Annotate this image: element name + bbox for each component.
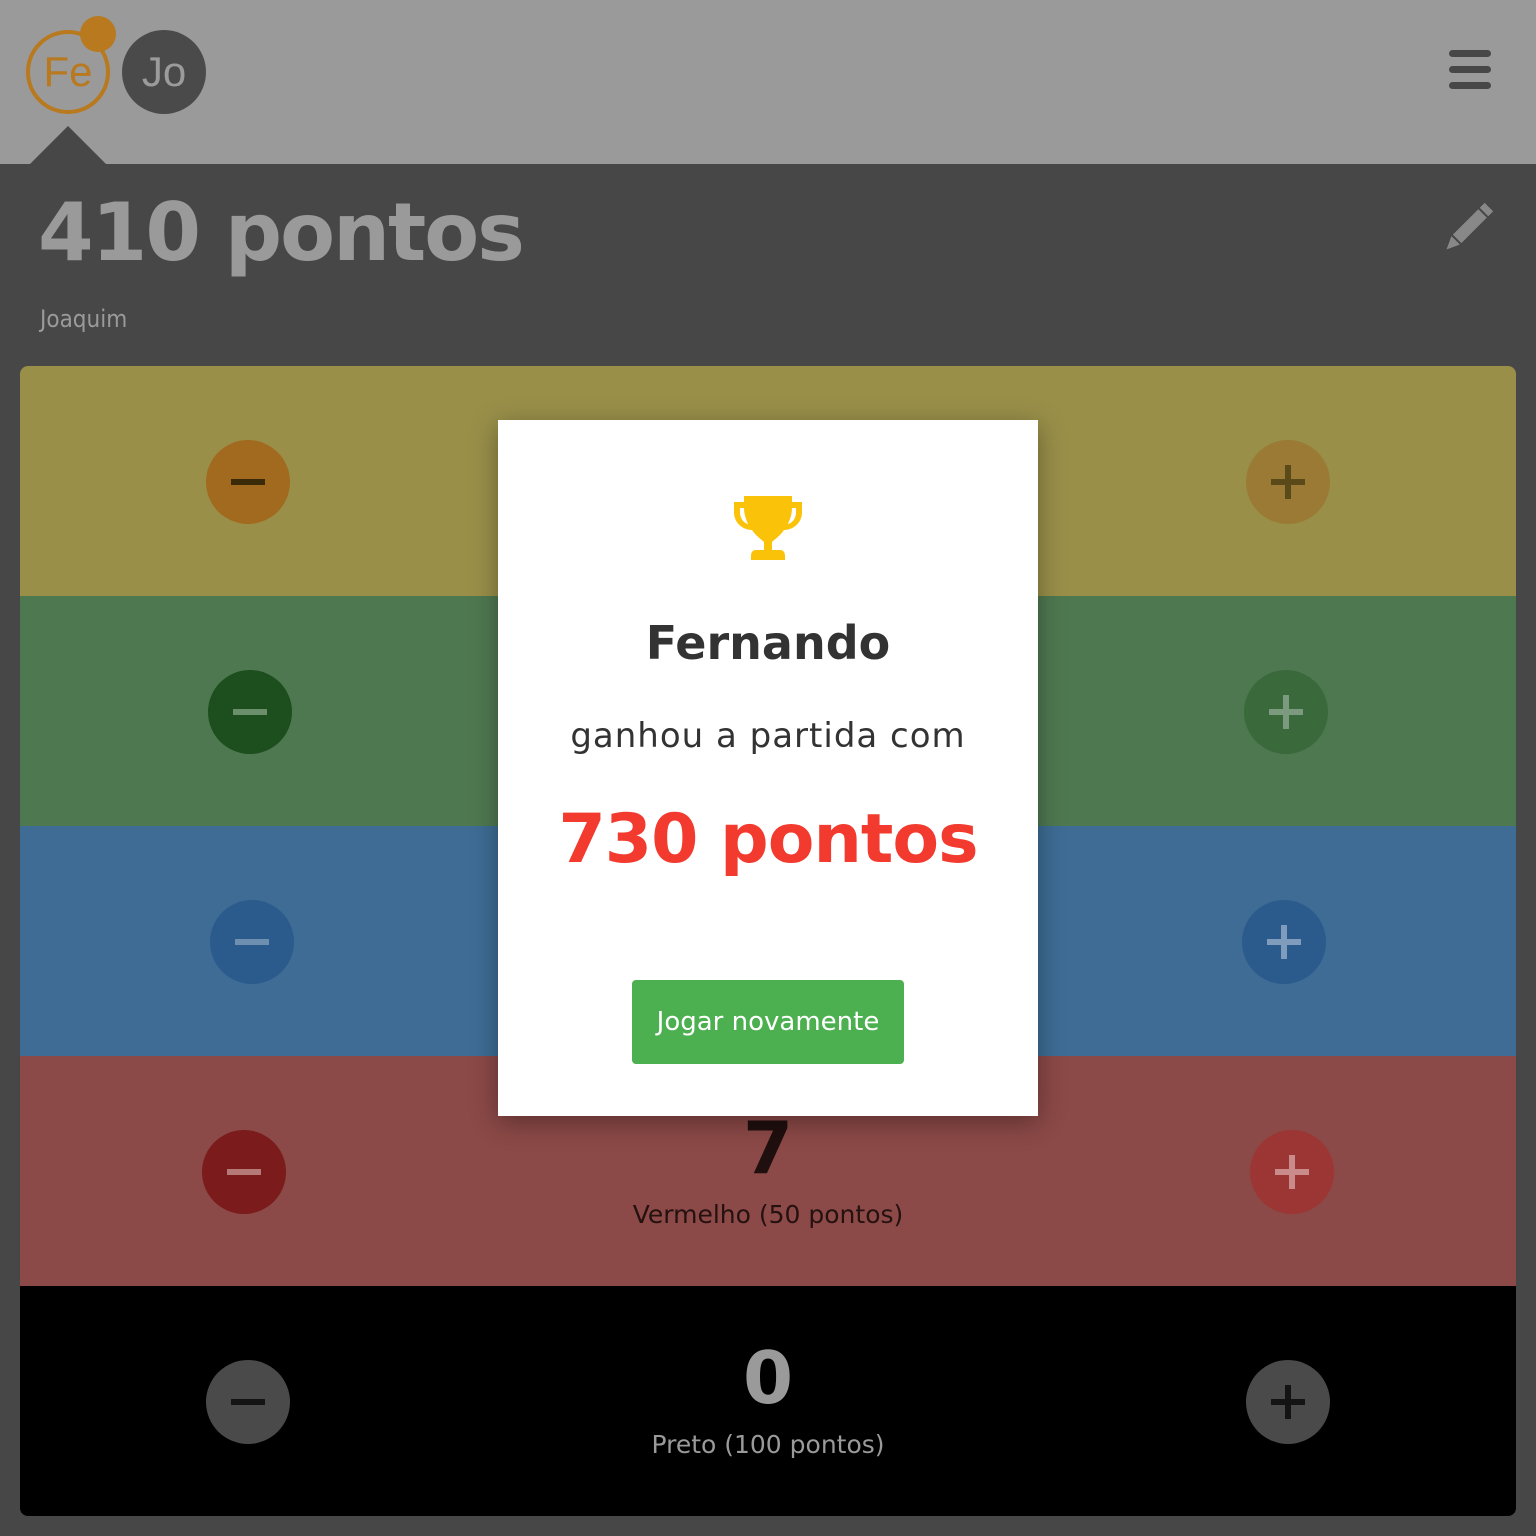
plus-icon[interactable] — [1242, 900, 1326, 984]
current-score: 410 pontos — [38, 186, 525, 279]
play-again-button[interactable]: Jogar novamente — [632, 980, 904, 1064]
winner-name: Fernando — [645, 616, 891, 670]
selected-player-pointer — [30, 126, 106, 164]
plus-icon[interactable] — [1250, 1130, 1334, 1214]
plus-icon[interactable] — [1246, 1360, 1330, 1444]
minus-icon[interactable] — [208, 670, 292, 754]
player-avatar-joaquim[interactable]: Jo — [122, 30, 206, 114]
minus-icon[interactable] — [210, 900, 294, 984]
trophy-icon — [734, 496, 802, 560]
hamburger-menu-icon[interactable] — [1446, 48, 1494, 90]
minus-icon[interactable] — [206, 440, 290, 524]
player-name: Joaquim — [40, 305, 128, 333]
win-message: ganhou a partida com — [570, 716, 966, 756]
winner-dialog: Fernando ganhou a partida com 730 pontos… — [498, 420, 1038, 1116]
final-score: 730 pontos — [558, 800, 978, 879]
pencil-icon[interactable] — [1438, 200, 1496, 258]
avatar-initials: Jo — [141, 48, 187, 95]
plus-icon[interactable] — [1244, 670, 1328, 754]
row-black: 0 Preto (100 pontos) — [20, 1286, 1516, 1516]
top-bar: Fe Jo — [0, 0, 1536, 164]
plus-icon[interactable] — [1246, 440, 1330, 524]
avatar-initials: Fe — [43, 48, 93, 95]
active-player-indicator — [80, 16, 116, 52]
